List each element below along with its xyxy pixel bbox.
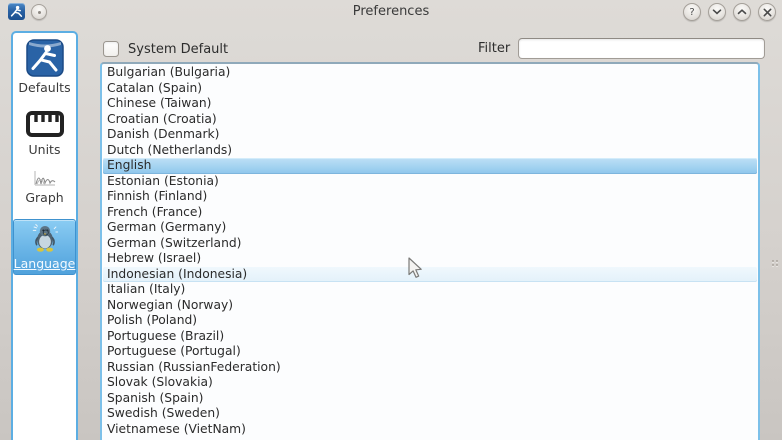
sidebar-item-graph[interactable]: Graph xyxy=(14,165,75,205)
list-item[interactable]: Indonesian (Indonesia) xyxy=(103,267,757,283)
chevron-up-icon xyxy=(737,9,747,15)
sidebar-item-label: Units xyxy=(29,142,61,157)
list-item[interactable]: Polish (Poland) xyxy=(103,313,757,329)
system-default-checkbox[interactable] xyxy=(103,41,119,57)
list-item[interactable]: Dutch (Netherlands) xyxy=(103,143,757,159)
system-default-row: System Default xyxy=(103,40,228,58)
list-item[interactable]: Croatian (Croatia) xyxy=(103,112,757,128)
list-item[interactable]: Chinese (Taiwan) xyxy=(103,96,757,112)
list-item[interactable]: Spanish (Spain) xyxy=(103,391,757,407)
sidebar-item-label: Language xyxy=(14,256,76,271)
ski-jumper-icon xyxy=(26,39,64,77)
filter-row: Filter xyxy=(478,37,765,59)
list-item[interactable]: French (France) xyxy=(103,205,757,221)
sidebar-item-label: Defaults xyxy=(18,80,70,95)
help-icon: ? xyxy=(689,7,694,18)
sidebar-item-label: Graph xyxy=(25,190,63,205)
list-item[interactable]: Vietnamese (VietNam) xyxy=(103,422,757,438)
list-item[interactable]: Danish (Denmark) xyxy=(103,127,757,143)
list-item[interactable]: Catalan (Spain) xyxy=(103,81,757,97)
filter-label: Filter xyxy=(478,41,510,56)
sidebar-item-language[interactable]: Language xyxy=(13,219,76,275)
graph-icon xyxy=(33,168,57,187)
close-button[interactable] xyxy=(758,3,776,21)
list-item[interactable]: Slovak (Slovakia) xyxy=(103,375,757,391)
list-item[interactable]: German (Switzerland) xyxy=(103,236,757,252)
list-item[interactable]: Norwegian (Norway) xyxy=(103,298,757,314)
list-item[interactable]: Portuguese (Brazil) xyxy=(103,329,757,345)
list-item[interactable]: Portuguese (Portugal) xyxy=(103,344,757,360)
list-item[interactable]: Italian (Italy) xyxy=(103,282,757,298)
tux-penguin-icon xyxy=(25,222,65,253)
list-item[interactable]: Hebrew (Israel) xyxy=(103,251,757,267)
close-icon xyxy=(763,8,772,17)
minimize-button[interactable] xyxy=(708,3,726,21)
list-item[interactable]: Russian (RussianFederation) xyxy=(103,360,757,376)
filter-input[interactable] xyxy=(518,38,765,59)
list-item[interactable]: Finnish (Finland) xyxy=(103,189,757,205)
sidebar-item-units[interactable]: Units xyxy=(14,101,75,157)
list-item[interactable]: German (Germany) xyxy=(103,220,757,236)
system-default-label: System Default xyxy=(128,42,228,57)
preferences-sidebar: Defaults Units Graph xyxy=(11,31,78,440)
help-button[interactable]: ? xyxy=(683,3,701,21)
ruler-icon xyxy=(25,109,65,139)
resize-grip[interactable] xyxy=(772,260,778,272)
chevron-down-icon xyxy=(712,9,722,15)
preferences-window: Preferences ? xyxy=(0,0,782,440)
language-list: Bulgarian (Bulgaria)Catalan (Spain)Chine… xyxy=(100,62,760,440)
window-title: Preferences xyxy=(0,4,782,19)
list-item[interactable]: Swedish (Sweden) xyxy=(103,406,757,422)
titlebar: Preferences ? xyxy=(0,0,782,24)
sidebar-item-defaults[interactable]: Defaults xyxy=(14,37,75,95)
list-item[interactable]: Bulgarian (Bulgaria) xyxy=(103,65,757,81)
maximize-button[interactable] xyxy=(733,3,751,21)
list-item[interactable]: Estonian (Estonia) xyxy=(103,174,757,190)
list-item[interactable]: English xyxy=(103,158,757,174)
